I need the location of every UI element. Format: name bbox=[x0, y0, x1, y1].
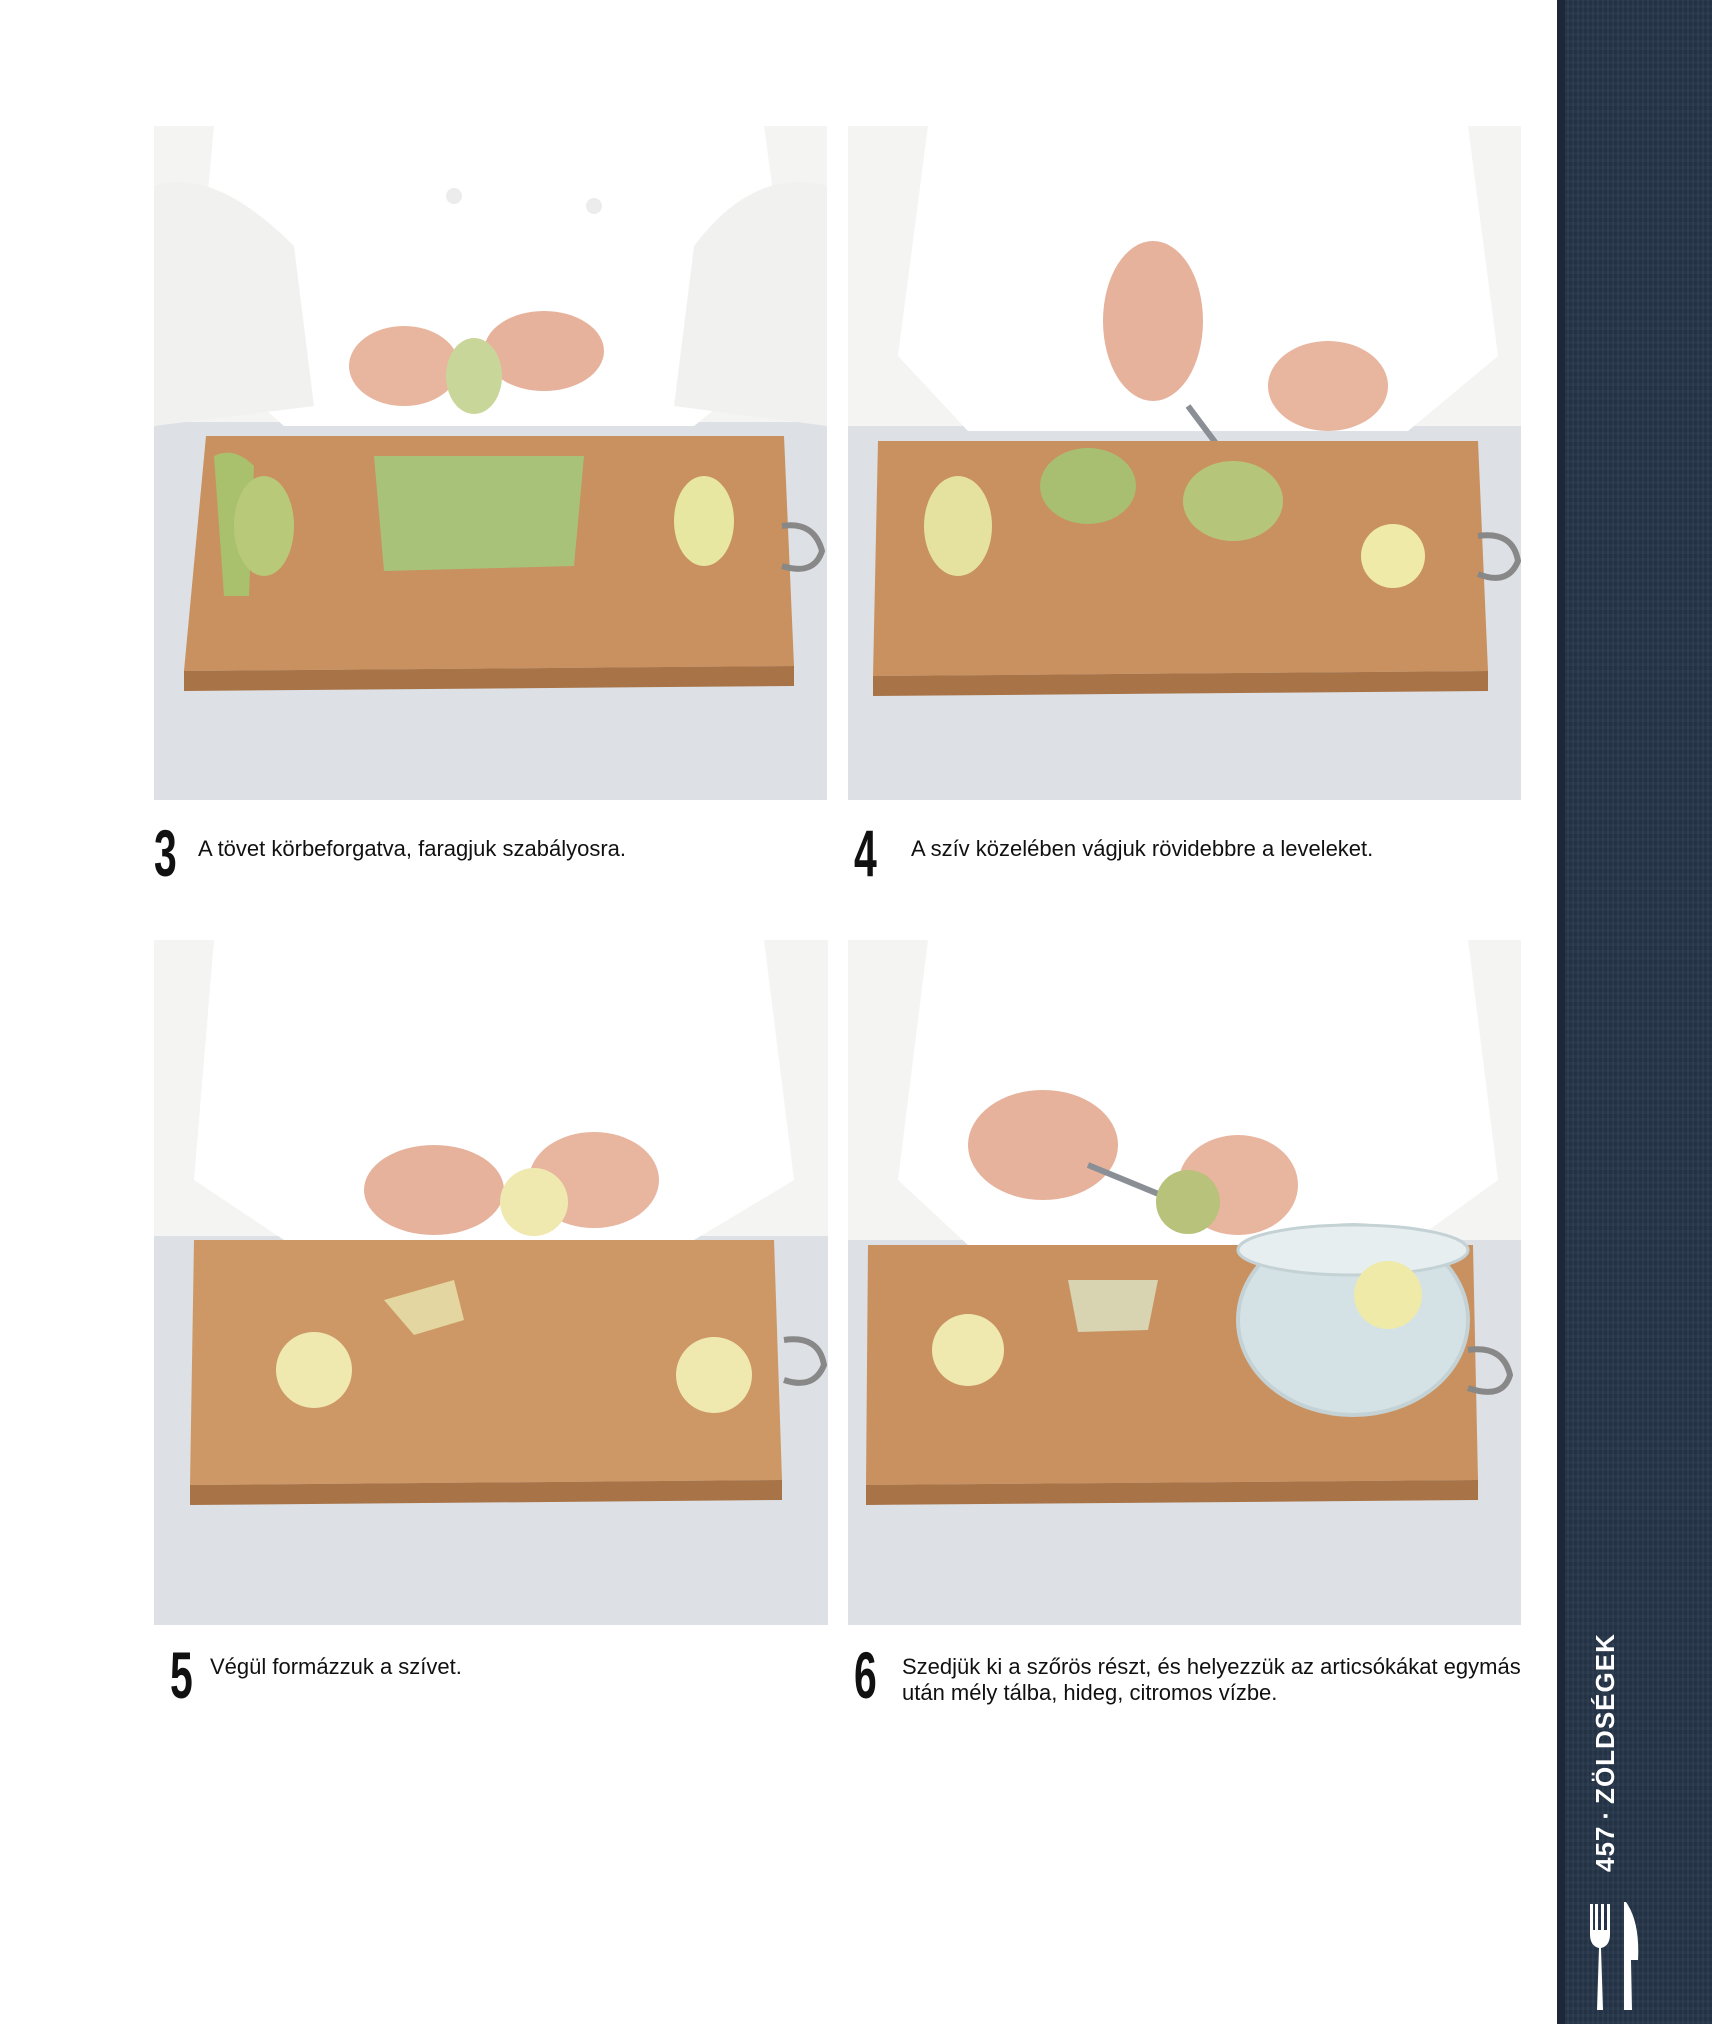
step-4-caption: A szív közelében vágjuk rövidebbre a lev… bbox=[911, 836, 1374, 861]
page-section-label: 457 · ZÖLDSÉGEK bbox=[1590, 1633, 1621, 1872]
step-5-number: 5 bbox=[170, 1638, 193, 1712]
step-5-photo bbox=[154, 940, 828, 1625]
section-sidebar bbox=[1557, 0, 1712, 2024]
section-title: ZÖLDSÉGEK bbox=[1590, 1633, 1620, 1804]
separator: · bbox=[1590, 1809, 1620, 1820]
fork-and-knife-icon bbox=[1590, 1902, 1639, 2010]
step-5-caption: Végül formázzuk a szívet. bbox=[210, 1654, 462, 1679]
step-6-number: 6 bbox=[854, 1638, 877, 1712]
step-6-photo bbox=[848, 940, 1521, 1625]
page-number: 457 bbox=[1590, 1825, 1620, 1872]
step-4-number: 4 bbox=[854, 816, 877, 890]
step-3-number: 3 bbox=[154, 816, 177, 890]
step-6-caption-line-2: után mély tálba, hideg, citromos vízbe. bbox=[902, 1680, 1278, 1705]
step-6-caption: Szedjük ki a szőrös részt, és helyezzük … bbox=[902, 1654, 1521, 1706]
step-3-caption: A tövet körbeforgatva, faragjuk szabályo… bbox=[198, 836, 627, 861]
step-4-photo bbox=[848, 126, 1521, 800]
sidebar-edge bbox=[1557, 0, 1565, 2024]
step-6-caption-line-1: Szedjük ki a szőrös részt, és helyezzük … bbox=[902, 1654, 1521, 1679]
step-3-photo bbox=[154, 126, 827, 800]
